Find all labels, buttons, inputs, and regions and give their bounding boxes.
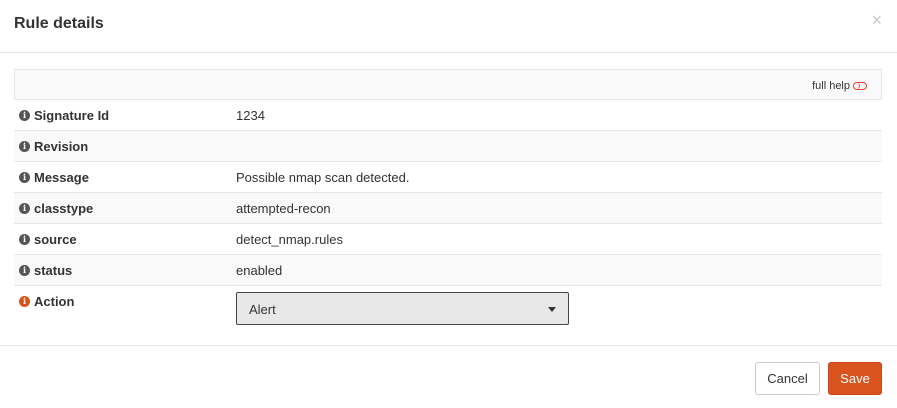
field-label-wrap: i Revision [19, 139, 88, 154]
field-row-message: i Message Possible nmap scan detected. [14, 162, 882, 193]
save-button[interactable]: Save [828, 362, 882, 395]
action-select[interactable]: Alert [236, 292, 569, 325]
help-row: full help [14, 69, 882, 100]
field-label: status [34, 263, 73, 278]
field-label-wrap: i Message [19, 170, 89, 185]
field-row-status: i status enabled [14, 255, 882, 286]
toggle-off-icon [853, 82, 867, 90]
info-icon[interactable]: i [19, 296, 30, 307]
field-label: Action [34, 294, 75, 309]
field-label: Message [34, 170, 89, 185]
info-icon[interactable]: i [19, 110, 30, 121]
field-row-revision: i Revision [14, 131, 882, 162]
field-label-wrap: i source [19, 232, 77, 247]
action-select-value: Alert [249, 302, 276, 317]
field-row-classtype: i classtype attempted-recon [14, 193, 882, 224]
cancel-button[interactable]: Cancel [755, 362, 820, 395]
field-label-wrap: i status [19, 263, 72, 278]
full-help-label: full help [812, 80, 850, 92]
field-row-source: i source detect_nmap.rules [14, 224, 882, 255]
field-value: attempted-recon [236, 201, 331, 216]
field-label-wrap: i Signature Id [19, 108, 109, 123]
info-icon[interactable]: i [19, 265, 30, 276]
field-label: source [34, 232, 77, 247]
modal-footer: Cancel Save [0, 345, 897, 408]
field-value: Possible nmap scan detected. [236, 170, 410, 185]
field-label-wrap: i Action [19, 294, 74, 309]
field-value: 1234 [236, 108, 265, 123]
field-label-wrap: i classtype [19, 201, 93, 216]
close-icon[interactable]: × [871, 11, 882, 29]
field-label: classtype [34, 201, 94, 216]
caret-down-icon [548, 307, 556, 312]
rule-details-table: full help i Signature Id 1234 i Revision… [14, 69, 882, 331]
field-label: Signature Id [34, 108, 110, 123]
field-label: Revision [34, 139, 89, 154]
field-value: enabled [236, 263, 283, 278]
info-icon[interactable]: i [19, 203, 30, 214]
info-icon[interactable]: i [19, 234, 30, 245]
info-icon[interactable]: i [19, 141, 30, 152]
info-icon[interactable]: i [19, 172, 30, 183]
full-help-toggle[interactable]: full help [812, 80, 867, 92]
field-row-action: i Action Alert [14, 286, 882, 331]
field-row-signature-id: i Signature Id 1234 [14, 100, 882, 131]
field-value: detect_nmap.rules [236, 232, 343, 247]
modal-title: Rule details [14, 15, 104, 32]
modal-header: Rule details × [0, 0, 897, 53]
